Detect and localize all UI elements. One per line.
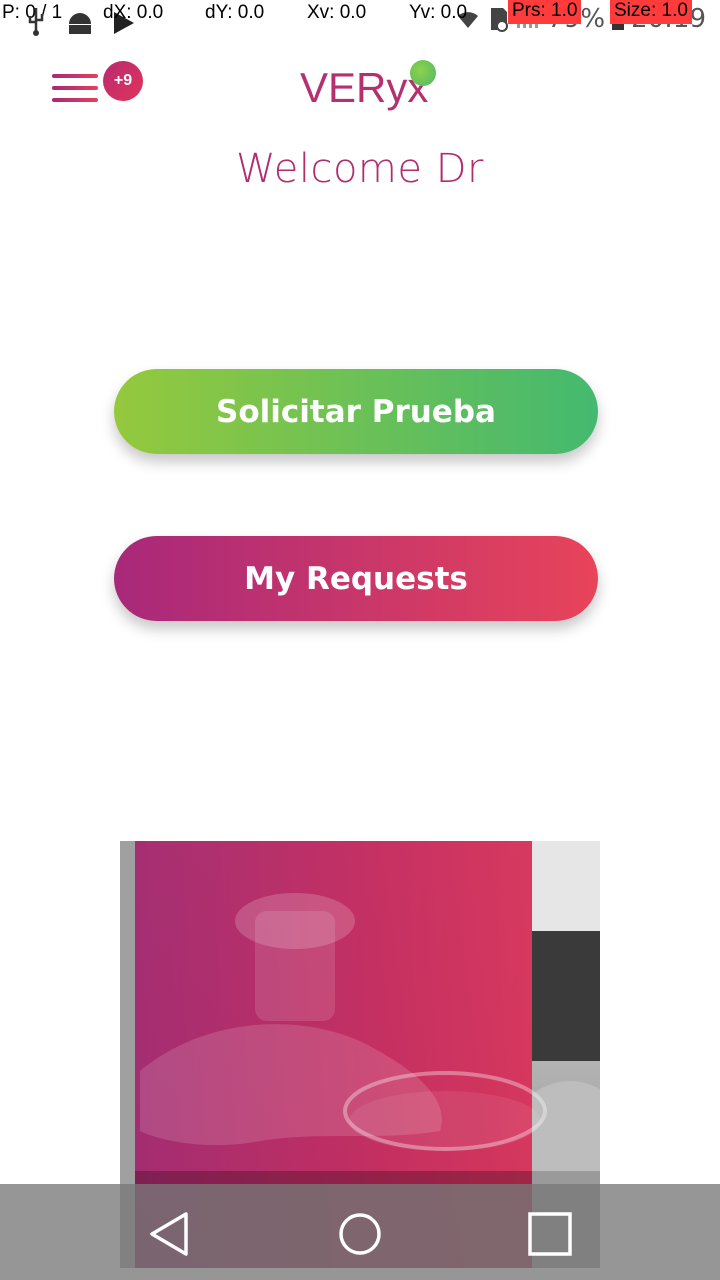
overlay-xv: Xv: 0.0 [307, 2, 367, 23]
android-debug-icon [69, 13, 91, 34]
hamburger-bar [52, 98, 98, 102]
my-requests-button[interactable]: My Requests [114, 536, 598, 621]
hamburger-menu-icon [52, 74, 98, 78]
veryx-logo: VERyx [300, 60, 436, 124]
overlay-prs: Prs: 1.0 [508, 0, 582, 24]
hamburger-bar [52, 86, 98, 90]
my-requests-label: My Requests [244, 560, 468, 597]
overlay-yv: Yv: 0.0 [409, 2, 468, 23]
overlay-size: Size: 1.0 [610, 0, 692, 24]
request-test-label: Solicitar Prueba [216, 393, 496, 430]
menu-button[interactable] [52, 70, 100, 108]
back-triangle-icon[interactable] [142, 1206, 198, 1262]
home-circle-icon[interactable] [332, 1206, 388, 1262]
app-screen: 79% 20:19 P: 0 / 1 dX: 0.0 dY: 0.0 Xv: 0 [0, 0, 720, 1280]
welcome-heading: Welcome Dr [236, 146, 484, 192]
logo-dot-icon [410, 60, 436, 86]
request-test-button[interactable]: Solicitar Prueba [114, 369, 598, 454]
recents-square-icon[interactable] [522, 1206, 578, 1262]
notification-badge[interactable]: +9 [103, 61, 143, 101]
usb-icon [28, 8, 44, 36]
system-nav-bar [0, 1184, 720, 1280]
overlay-dx: dX: 0.0 [103, 2, 164, 23]
pointer-location-overlay: P: 0 / 1 dX: 0.0 dY: 0.0 Xv: 0.0 Yv: 0.0… [0, 0, 720, 36]
status-bar: 79% 20:19 P: 0 / 1 dX: 0.0 dY: 0.0 Xv: 0 [0, 0, 720, 38]
overlay-dy: dY: 0.0 [205, 2, 265, 23]
